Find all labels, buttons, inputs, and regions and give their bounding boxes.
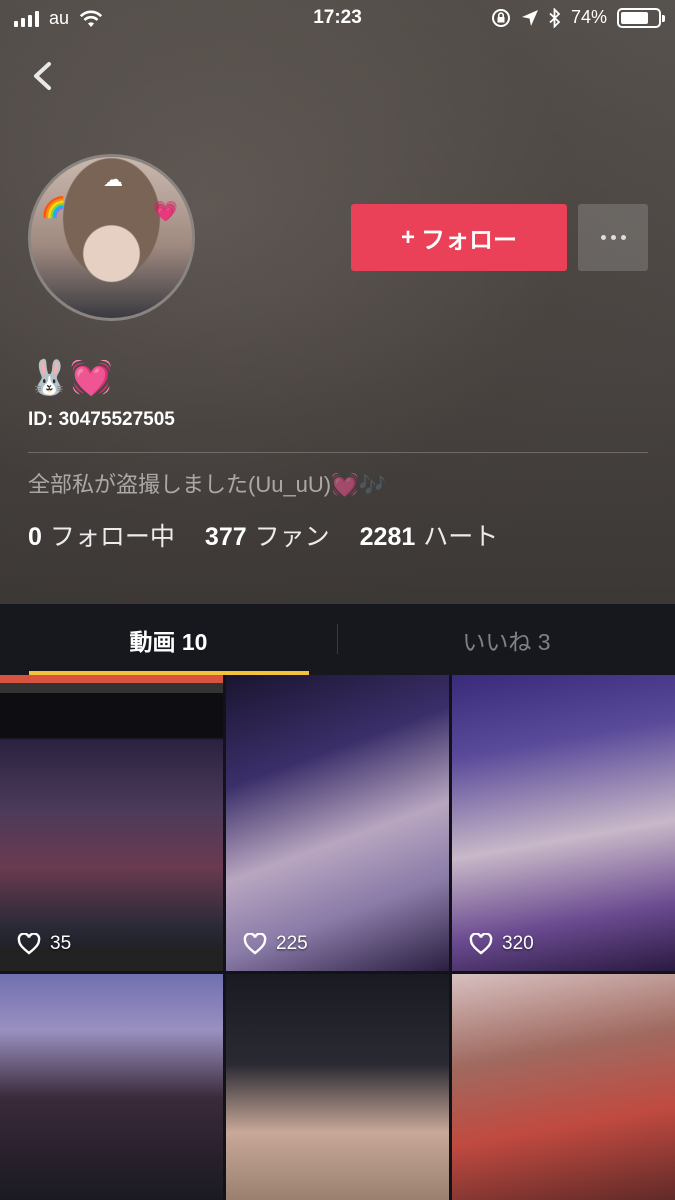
fans-label: ファン xyxy=(254,523,330,551)
video-like-count: 225 xyxy=(243,933,308,955)
rainbow-sticker-icon: 🌈 xyxy=(41,197,66,219)
profile-nickname: 🐰💓 xyxy=(28,359,113,397)
plus-icon: + xyxy=(400,223,415,251)
status-right: 74% xyxy=(491,7,665,28)
hearts-label: ハート xyxy=(423,523,499,551)
battery-icon xyxy=(617,7,665,28)
hearts-count: 2281 ハート xyxy=(360,517,499,553)
follow-button-label: フォロー xyxy=(421,227,517,254)
location-icon xyxy=(521,9,538,26)
video-thumbnail[interactable] xyxy=(0,974,223,1200)
like-count-text: 225 xyxy=(276,933,308,954)
like-count-text: 320 xyxy=(502,933,534,954)
tab-likes[interactable]: いいね 3 xyxy=(338,604,675,675)
heart-outline-icon xyxy=(469,933,493,955)
battery-percent: 74% xyxy=(570,7,607,27)
follow-button[interactable]: + フォロー xyxy=(351,204,567,271)
hearts-value: 2281 xyxy=(359,523,416,551)
video-thumbnail[interactable] xyxy=(226,974,449,1200)
more-dot-icon xyxy=(600,235,606,240)
profile-stats: 0 フォロー中 377 ファン 2281 ハート xyxy=(28,517,498,553)
video-thumbnail[interactable]: 225 xyxy=(226,675,449,971)
video-grid: 35 225 320 xyxy=(0,675,675,1200)
like-count-text: 35 xyxy=(50,933,72,954)
video-thumbnail[interactable]: 320 xyxy=(452,675,675,971)
battery-fill xyxy=(621,11,648,24)
back-icon[interactable] xyxy=(24,56,64,96)
video-like-count: 35 xyxy=(17,933,71,955)
video-overlay-bar xyxy=(0,683,223,693)
profile-user-id: ID: 30475527505 xyxy=(28,409,175,430)
video-thumbnail[interactable]: 35 xyxy=(0,675,223,971)
profile-divider xyxy=(28,452,648,453)
orientation-lock-icon xyxy=(491,8,510,27)
video-thumbnail[interactable] xyxy=(452,974,675,1200)
video-like-count: 320 xyxy=(469,933,534,955)
more-dot-icon xyxy=(610,235,616,240)
bluetooth-icon xyxy=(549,7,561,28)
heart-sticker-icon: 💗 xyxy=(153,201,178,223)
profile-bio: 全部私が盗撮しました(Uu_uU)💓🎶 xyxy=(28,472,386,497)
heart-outline-icon xyxy=(243,933,267,955)
cloud-sticker-icon: ☁ xyxy=(103,169,123,191)
more-options-button[interactable] xyxy=(578,204,648,271)
heart-outline-icon xyxy=(17,933,41,955)
following-label: フォロー中 xyxy=(49,523,175,551)
more-dot-icon xyxy=(620,235,626,240)
tab-videos[interactable]: 動画 10 xyxy=(0,604,337,675)
following-count[interactable]: 0 フォロー中 xyxy=(28,517,175,553)
profile-tabs: 動画 10 いいね 3 xyxy=(0,604,675,675)
avatar[interactable]: 🌈 ☁ 💗 xyxy=(28,154,195,321)
fans-value: 377 xyxy=(204,523,247,551)
status-bar: au 17:23 74% xyxy=(0,0,675,40)
fans-count[interactable]: 377 ファン xyxy=(205,517,330,553)
following-value: 0 xyxy=(28,523,42,551)
